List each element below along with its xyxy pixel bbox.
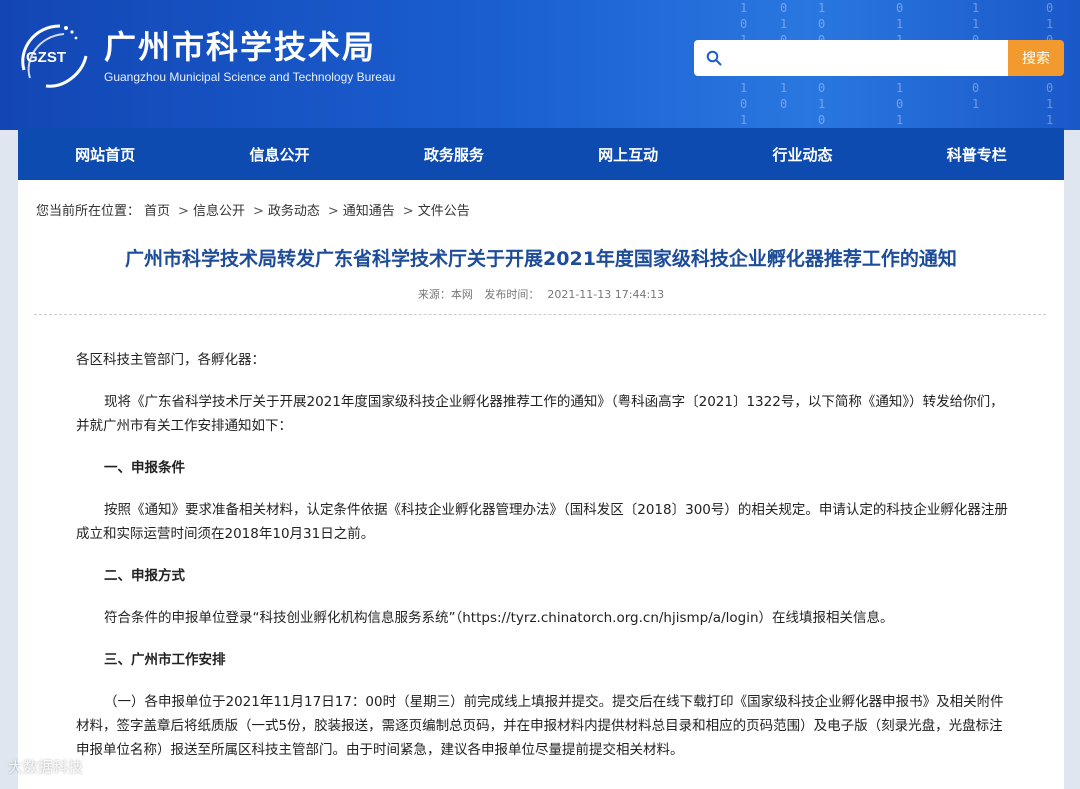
- nav-item-gov-services[interactable]: 政务服务: [367, 128, 541, 180]
- logo-icon: GZST: [21, 24, 88, 88]
- site-name-en: Guangzhou Municipal Science and Technolo…: [104, 70, 396, 84]
- publish-time-label: 发布时间：: [484, 288, 540, 301]
- breadcrumb-link[interactable]: 首页: [144, 204, 170, 219]
- article-source: 来源：本网: [417, 288, 473, 301]
- breadcrumb-prefix: 您当前所在位置：: [36, 204, 141, 219]
- article-meta: 来源：本网 发布时间： 2021-11-13 17:44:13: [18, 286, 1064, 302]
- section-heading: 一、申报条件: [104, 460, 185, 476]
- breadcrumb-link[interactable]: 政务动态: [268, 204, 320, 219]
- article-paragraph: （一）各申报单位于2021年11月17日17：00时（星期三）前完成线上填报并提…: [76, 694, 1004, 758]
- breadcrumb-separator: >: [252, 204, 264, 219]
- search-input[interactable]: [730, 46, 1000, 70]
- breadcrumb-separator: >: [402, 204, 414, 219]
- article-greeting: 各区科技主管部门，各孵化器：: [76, 352, 265, 368]
- article-container: 您当前所在位置： 首页 > 信息公开 > 政务动态 > 通知通告 > 文件公告 广州市科学技术局转…: [18, 180, 1064, 789]
- nav-item-home[interactable]: 网站首页: [18, 128, 192, 180]
- publish-time: 2021-11-13 17:44:13: [547, 288, 665, 301]
- nav-item-industry-news[interactable]: 行业动态: [715, 128, 889, 180]
- divider: [34, 314, 1046, 315]
- breadcrumb-separator: >: [327, 204, 339, 219]
- header-banner: 1 0 1 1 0 1 0 1 0 1 0 0 1 1 0 1 0 0 1 1 …: [0, 0, 1080, 130]
- watermark: 大数据科技: [8, 758, 84, 776]
- nav-item-science-column[interactable]: 科普专栏: [890, 128, 1064, 180]
- section-heading: 三、广州市工作安排: [104, 652, 226, 668]
- nav-item-online-interaction[interactable]: 网上互动: [541, 128, 715, 180]
- breadcrumb-link[interactable]: 信息公开: [193, 204, 245, 219]
- main-nav: 网站首页 信息公开 政务服务 网上互动 行业动态 科普专栏: [18, 128, 1064, 180]
- article-paragraph: 符合条件的申报单位登录“科技创业孵化机构信息服务系统”（https://tyrz…: [104, 610, 894, 626]
- section-heading: 二、申报方式: [104, 568, 185, 584]
- search-box: [694, 40, 1010, 76]
- article-paragraph: 按照《通知》要求准备相关材料，认定条件依据《科技企业孵化器管理办法》（国科发区〔…: [76, 502, 1008, 542]
- article-title: 广州市科学技术局转发广东省科学技术厅关于开展2021年度国家级科技企业孵化器推荐…: [125, 248, 957, 270]
- search-button[interactable]: 搜索: [1008, 40, 1064, 76]
- article-body: 各区科技主管部门，各孵化器： 现将《广东省科学技术厅关于开展2021年度国家级科…: [76, 348, 1008, 780]
- breadcrumb-link[interactable]: 通知通告: [343, 204, 395, 219]
- nav-item-info-disclosure[interactable]: 信息公开: [192, 128, 366, 180]
- site-name-cn: 广州市科学技术局: [104, 28, 377, 66]
- site-logo[interactable]: GZST: [16, 20, 92, 92]
- svg-text:GZST: GZST: [26, 49, 66, 66]
- search-icon[interactable]: [706, 50, 722, 66]
- article-paragraph: 现将《广东省科学技术厅关于开展2021年度国家级科技企业孵化器推荐工作的通知》（…: [76, 394, 1004, 434]
- breadcrumb-separator: >: [178, 204, 189, 219]
- breadcrumb: 您当前所在位置： 首页 > 信息公开 > 政务动态 > 通知通告 > 文件公告: [36, 200, 474, 219]
- breadcrumb-link[interactable]: 文件公告: [418, 204, 470, 219]
